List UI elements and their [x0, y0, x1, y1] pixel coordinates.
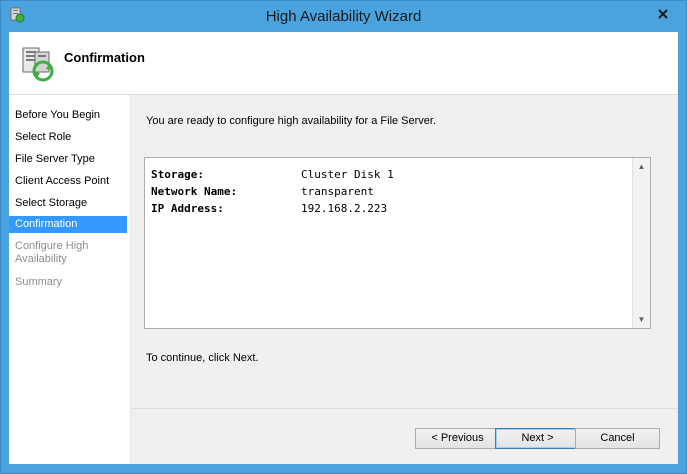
summary-row-network-name: Network Name: transparent: [151, 185, 374, 198]
summary-value: 192.168.2.223: [301, 202, 388, 215]
summary-row-storage: Storage: Cluster Disk 1: [151, 168, 394, 181]
summary-value: Cluster Disk 1: [301, 168, 394, 181]
next-button[interactable]: Next >: [495, 428, 580, 449]
scroll-up-arrow-icon[interactable]: ▲: [633, 158, 650, 175]
nav-step-select-role[interactable]: Select Role: [9, 131, 127, 146]
nav-step-confirmation[interactable]: Confirmation: [9, 216, 127, 233]
nav-step-select-storage[interactable]: Select Storage: [9, 197, 127, 212]
wizard-client-area: Confirmation Before You Begin Select Rol…: [9, 32, 678, 464]
nav-step-before-you-begin[interactable]: Before You Begin: [9, 109, 127, 124]
summary-value: transparent: [301, 185, 374, 198]
continue-instruction: To continue, click Next.: [146, 352, 259, 364]
nav-step-client-access-point[interactable]: Client Access Point: [9, 175, 127, 190]
wizard-window: High Availability Wizard Confirmation Be…: [0, 0, 687, 474]
summary-label: Network Name:: [151, 185, 238, 198]
scroll-down-arrow-icon[interactable]: ▼: [633, 311, 650, 328]
close-icon[interactable]: [652, 4, 674, 24]
nav-step-summary: Summary: [15, 276, 63, 288]
window-title: High Availability Wizard: [265, 8, 422, 25]
cancel-button[interactable]: Cancel: [575, 428, 660, 449]
cluster-server-icon: [22, 47, 54, 82]
title-bar[interactable]: High Availability Wizard: [1, 1, 686, 32]
wizard-header: Confirmation: [9, 32, 678, 94]
nav-step-file-server-type[interactable]: File Server Type: [9, 153, 127, 168]
confirmation-summary-box[interactable]: Storage: Cluster Disk 1 Network Name: tran…: [144, 157, 651, 329]
wizard-step-nav: Before You Begin Select Role File Server…: [9, 95, 130, 464]
previous-button[interactable]: < Previous: [415, 428, 500, 449]
summary-label: IP Address:: [151, 202, 224, 215]
nav-step-configure-high-availability: Configure High Availability: [15, 240, 89, 265]
footer-divider: [131, 408, 678, 409]
page-title: Confirmation: [64, 50, 145, 65]
summary-row-ip-address: IP Address: 192.168.2.223: [151, 202, 387, 215]
intro-text: You are ready to configure high availabi…: [146, 115, 437, 127]
summary-scrollbar[interactable]: ▲ ▼: [632, 158, 650, 328]
summary-label: Storage:: [151, 168, 204, 181]
wizard-content: You are ready to configure high availabi…: [131, 95, 678, 464]
